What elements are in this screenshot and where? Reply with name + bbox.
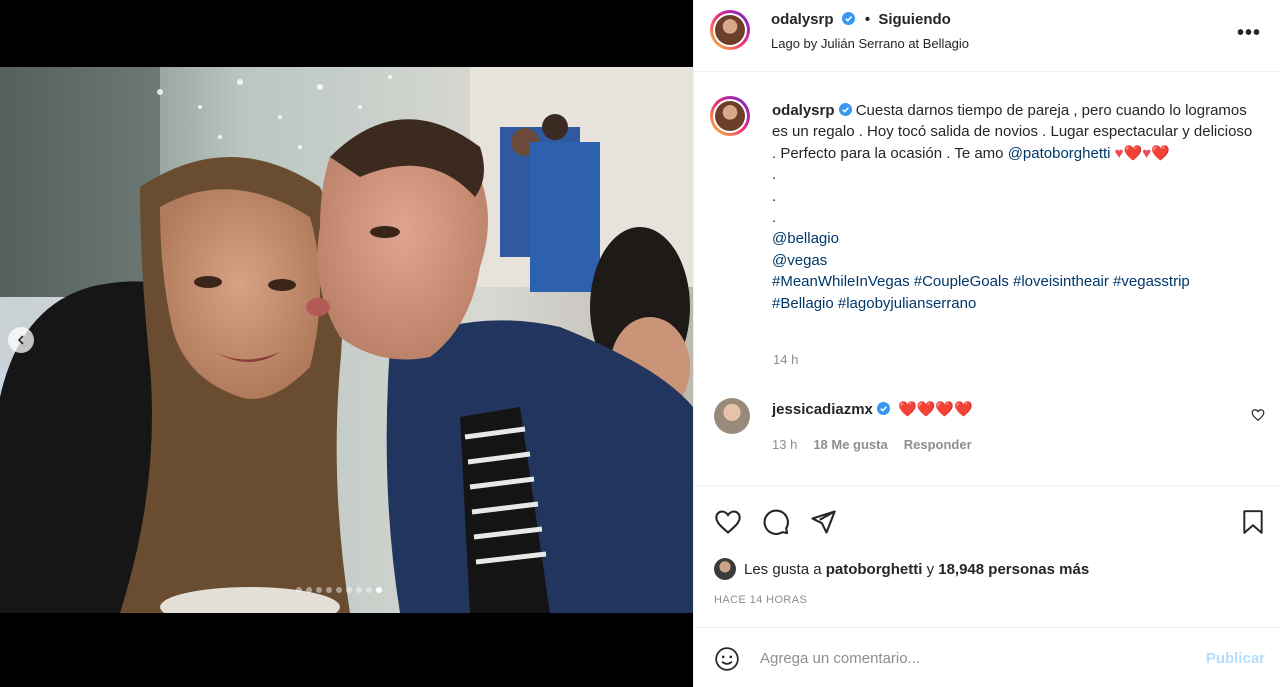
actions-divider — [694, 485, 1280, 486]
comment-text-line: jessicadiazmx ❤️❤️❤️❤️ — [772, 400, 973, 418]
likes-middle: y — [926, 560, 935, 578]
save-bookmark-icon[interactable] — [1240, 508, 1266, 536]
post-media — [0, 0, 693, 687]
likes-count-link[interactable]: 18,948 personas más — [938, 561, 1089, 578]
add-comment-bar: Agrega un comentario... Publicar — [694, 627, 1280, 687]
post-timestamp[interactable]: HACE 14 HORAS — [714, 594, 807, 606]
post-photo[interactable] — [0, 67, 693, 613]
caption-mention-link[interactable]: @patoborghetti — [1008, 145, 1111, 162]
comment-reply-button[interactable]: Responder — [904, 437, 972, 452]
emoji-icon[interactable] — [714, 646, 740, 672]
verified-badge-icon — [876, 402, 890, 415]
comment-bubble-icon[interactable] — [762, 508, 790, 536]
photo-illustration — [0, 67, 693, 613]
publish-button[interactable]: Publicar — [1206, 650, 1265, 667]
likes-user-link[interactable]: patoborghetti — [826, 561, 923, 578]
caption-time[interactable]: 14 h — [773, 352, 798, 367]
carousel-dots — [296, 587, 382, 593]
comment-likes[interactable]: 18 Me gusta — [813, 437, 887, 452]
follow-status-button[interactable]: Siguiendo — [878, 11, 951, 28]
caption-dot: . — [772, 187, 777, 205]
comment-avatar[interactable] — [714, 398, 750, 434]
caption-tag-bellagio[interactable]: @bellagio — [772, 230, 839, 247]
likes-summary: Les gusta a patoborghetti y 18,948 perso… — [714, 558, 1089, 580]
carousel-prev-button[interactable] — [8, 327, 34, 353]
likes-prefix: Les gusta a — [744, 560, 822, 578]
comment-body: ❤️❤️❤️❤️ — [898, 401, 973, 418]
caption-dot: . — [772, 166, 777, 184]
carousel-dot — [306, 587, 312, 593]
post-header: odalysrp • Siguiendo Lago by Julián Serr… — [694, 0, 1280, 72]
carousel-dot — [366, 587, 372, 593]
like-heart-icon[interactable] — [714, 508, 742, 536]
header-author-line: odalysrp • Siguiendo — [771, 11, 951, 28]
author-avatar[interactable] — [710, 10, 750, 50]
caption-tag-vegas[interactable]: @vegas — [772, 252, 827, 269]
post-location[interactable]: Lago by Julián Serrano at Bellagio — [771, 36, 969, 51]
author-username[interactable]: odalysrp — [771, 11, 834, 28]
caption-hashtags-line[interactable]: #Bellagio #lagobyjulianserrano — [772, 295, 976, 312]
caption-username[interactable]: odalysrp — [772, 102, 835, 119]
carousel-dot — [326, 587, 332, 593]
verified-badge-icon — [838, 103, 852, 116]
share-send-icon[interactable] — [809, 508, 837, 536]
carousel-dot — [356, 587, 362, 593]
carousel-dot — [346, 587, 352, 593]
caption-dot: . — [772, 209, 777, 227]
caption-hashtags-line[interactable]: #MeanWhileInVegas #CoupleGoals #loveisin… — [772, 273, 1190, 290]
comment-like-heart-icon[interactable] — [1251, 408, 1265, 422]
header-separator: • — [864, 11, 871, 28]
caption-author-avatar[interactable] — [710, 96, 750, 136]
comment-username[interactable]: jessicadiazmx — [772, 401, 873, 418]
carousel-dot — [316, 587, 322, 593]
liker-avatar[interactable] — [714, 558, 736, 580]
carousel-dot — [376, 587, 382, 593]
carousel-dot — [336, 587, 342, 593]
comment-input[interactable]: Agrega un comentario... — [760, 650, 920, 667]
comment-meta: 13 h 18 Me gusta Responder — [772, 437, 972, 452]
carousel-dot — [296, 587, 302, 593]
chevron-left-icon — [17, 335, 24, 345]
post-panel: odalysrp • Siguiendo Lago by Julián Serr… — [693, 0, 1280, 687]
caption-emoji: ♥❤️♥❤️ — [1114, 144, 1170, 162]
comment-time[interactable]: 13 h — [772, 437, 797, 452]
caption-text: odalysrp Cuesta darnos tiempo de pareja … — [772, 100, 1260, 314]
verified-badge-icon — [841, 12, 855, 25]
more-options-button[interactable]: ••• — [1237, 22, 1261, 45]
